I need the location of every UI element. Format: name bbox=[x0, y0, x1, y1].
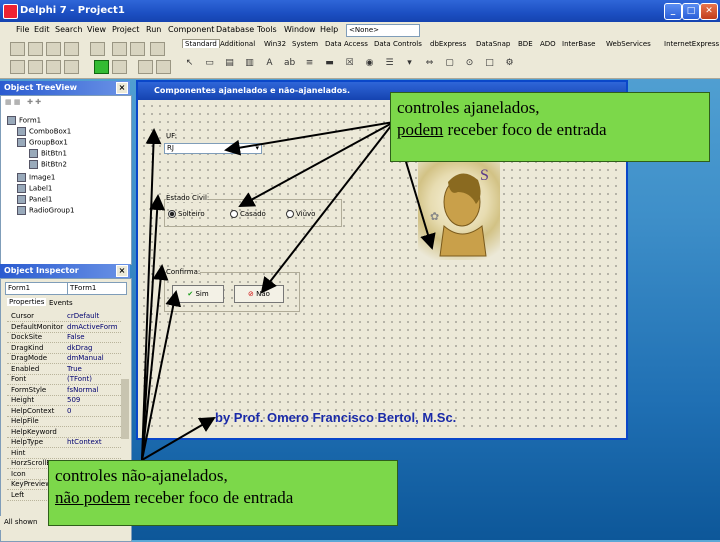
annotation-arrows bbox=[141, 121, 436, 461]
callout-bottom-line2: receber foco de entrada bbox=[130, 488, 294, 507]
arrows-to-non-windowed bbox=[141, 128, 216, 461]
callout-non-windowed-controls: controles não-ajanelados, não podem rece… bbox=[48, 460, 398, 526]
callout-top-line1: controles ajanelados, bbox=[397, 98, 540, 117]
callout-bottom-emphasis: não podem bbox=[55, 488, 131, 507]
callout-top-line2: receber foco de entrada bbox=[443, 120, 607, 139]
callout-windowed-controls: controles ajanelados, podem receber foco… bbox=[390, 92, 710, 162]
callout-top-emphasis: podem bbox=[397, 120, 444, 139]
callout-bottom-line1: controles não-ajanelados, bbox=[55, 466, 228, 485]
